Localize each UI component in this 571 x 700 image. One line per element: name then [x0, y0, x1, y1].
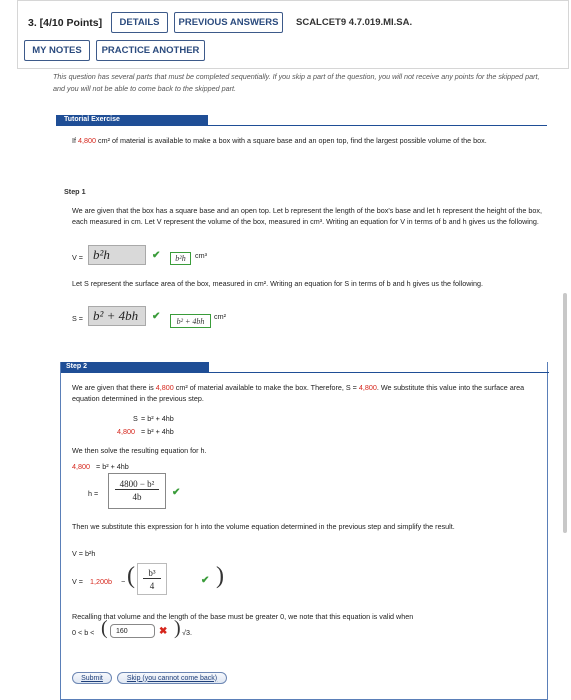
- question-number: 3. [4/10 Points]: [28, 17, 103, 29]
- scrollbar[interactable]: [563, 293, 567, 533]
- step2-para1: We are given that there is 4,800 cm² of …: [72, 383, 525, 403]
- eq2-lhs: 4,800: [117, 427, 135, 436]
- left-paren: (: [127, 563, 135, 589]
- right-paren: ): [216, 563, 224, 589]
- previous-answers-button[interactable]: PREVIOUS ANSWERS: [174, 12, 283, 33]
- tutorial-header: Tutorial Exercise: [56, 115, 547, 126]
- v2-coef: 1,200b: [90, 577, 112, 586]
- check-icon: ✔: [152, 250, 161, 261]
- eq3-rhs: = b² + 4hb: [96, 462, 129, 471]
- s-unit: cm²: [214, 312, 226, 321]
- problem-code: SCALCET9 4.7.019.MI.SA.: [296, 17, 413, 28]
- h-answer-field[interactable]: 4800 − b² 4b: [108, 473, 166, 509]
- step2-para4: Recalling that volume and the length of …: [72, 612, 414, 621]
- eq2-rhs: = b² + 4hb: [141, 427, 174, 436]
- v-unit: cm³: [195, 251, 207, 260]
- step2-para3: Then we substitute this expression for h…: [72, 522, 455, 531]
- check-icon: ✔: [152, 311, 161, 322]
- v2-minus: −: [121, 577, 126, 586]
- v2-lhs: V =: [72, 577, 83, 586]
- step2-header: Step 2: [61, 362, 549, 373]
- v-correct-answer: b²h: [170, 252, 191, 265]
- v-equation-label: V =: [72, 253, 83, 262]
- step1-para2: Let S represent the surface area of the …: [72, 279, 483, 288]
- left-paren: (: [101, 617, 108, 639]
- s-correct-answer: b² + 4bh: [170, 314, 211, 328]
- step2-para2: We then solve the resulting equation for…: [72, 446, 207, 455]
- skip-button[interactable]: Skip (you cannot come back): [117, 672, 227, 684]
- v2-answer-field[interactable]: b³ 4: [137, 563, 167, 595]
- tutorial-label: Tutorial Exercise: [56, 115, 208, 125]
- h-equation-label: h =: [88, 489, 99, 498]
- v-eq-substituted: V = b²h: [72, 549, 96, 558]
- my-notes-button[interactable]: MY NOTES: [24, 40, 90, 61]
- step1-heading: Step 1: [64, 187, 86, 196]
- x-mark-icon: ✖: [159, 626, 168, 637]
- eq1-lhs: S: [133, 414, 138, 423]
- eq3-lhs: 4,800: [72, 462, 90, 471]
- v2-numerator: b³: [143, 564, 161, 579]
- h-denominator: 4b: [132, 492, 142, 502]
- area-value: 4,800: [78, 136, 96, 145]
- s-equation-label: S =: [72, 314, 83, 323]
- question-header: 3. [4/10 Points] DETAILS PREVIOUS ANSWER…: [17, 0, 569, 69]
- tutorial-problem: If 4,800 cm² of material is available to…: [72, 136, 487, 145]
- inequality-suffix: √3.: [182, 628, 192, 637]
- v-answer-field[interactable]: b²h: [88, 245, 146, 265]
- check-icon: ✔: [172, 487, 181, 498]
- eq1-rhs: = b² + 4hb: [141, 414, 174, 423]
- details-button[interactable]: DETAILS: [111, 12, 168, 33]
- inequality-input[interactable]: 160: [110, 624, 155, 638]
- practice-another-button[interactable]: PRACTICE ANOTHER: [96, 40, 205, 61]
- check-icon: ✔: [201, 575, 210, 586]
- inequality-prefix: 0 < b <: [72, 628, 95, 637]
- h-numerator: 4800 − b²: [115, 474, 159, 490]
- submit-button[interactable]: Submit: [72, 672, 112, 684]
- step1-para1: We are given that the box has a square b…: [72, 206, 542, 226]
- step2-heading: Step 2: [61, 362, 209, 372]
- intro-text: This question has several parts that mus…: [53, 72, 540, 93]
- v2-denominator: 4: [149, 581, 155, 591]
- right-paren: ): [174, 617, 181, 639]
- s-answer-field[interactable]: b² + 4bh: [88, 306, 146, 326]
